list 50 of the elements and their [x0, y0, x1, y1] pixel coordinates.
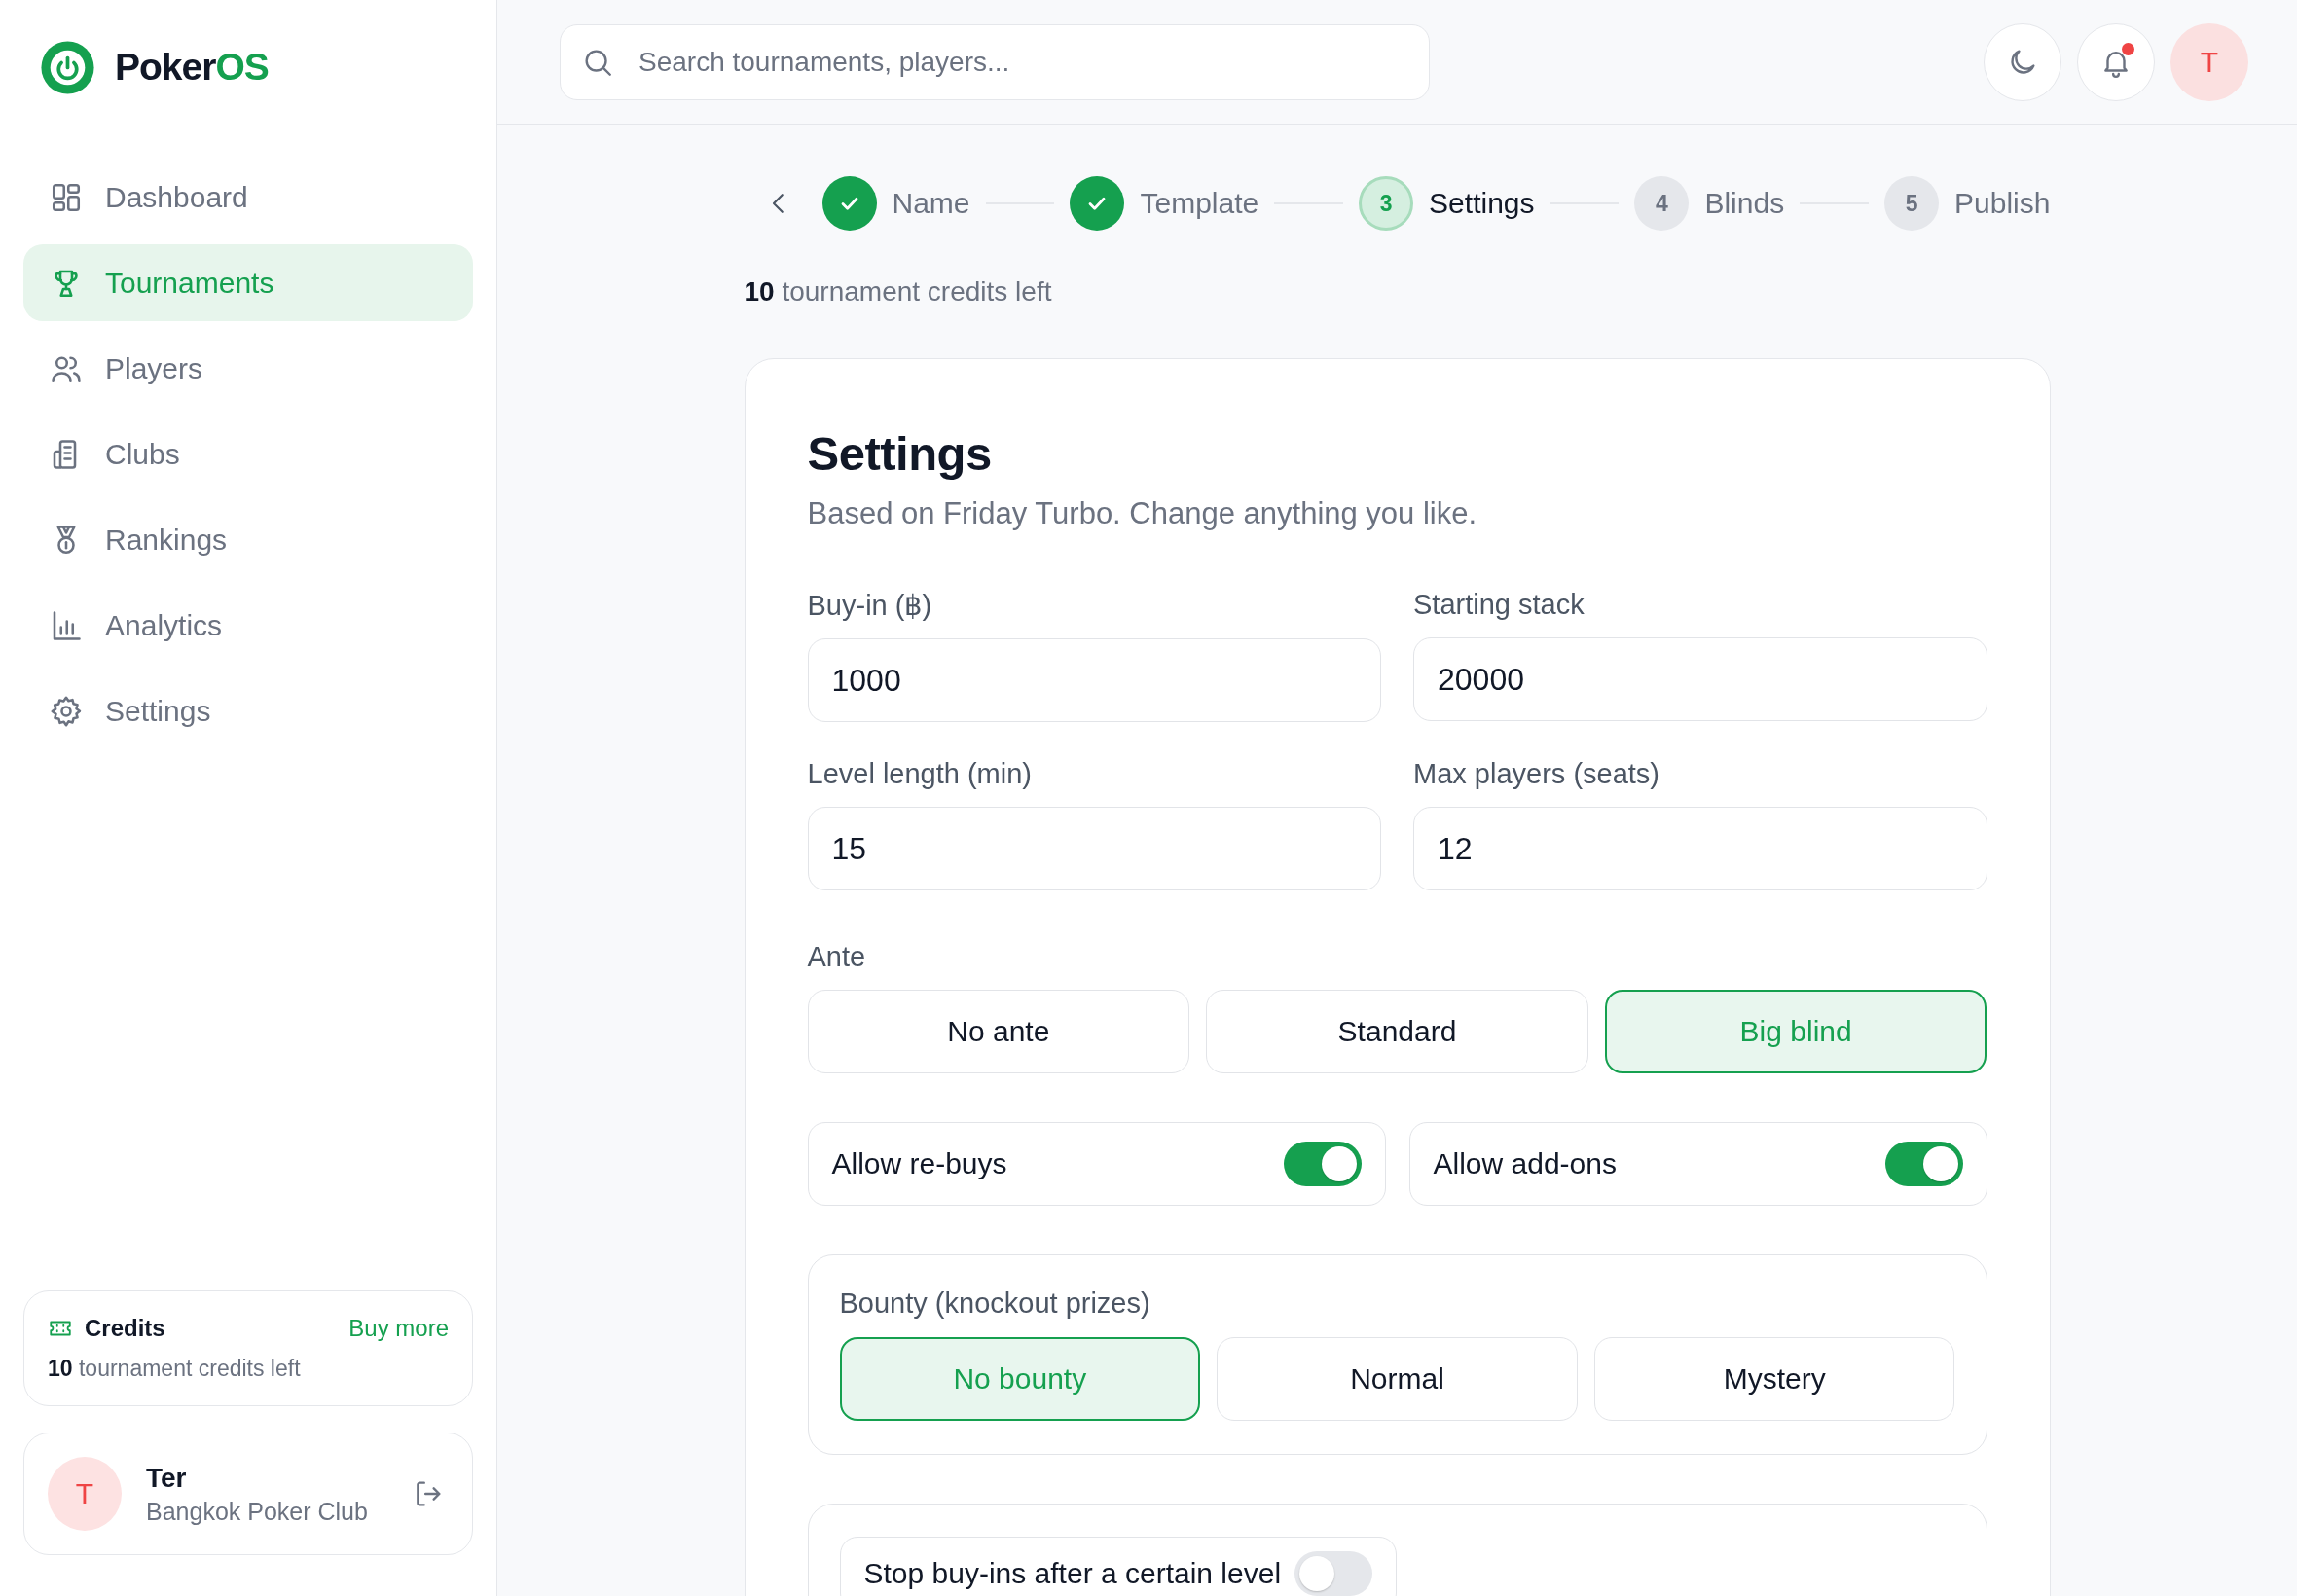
search-field[interactable]: Search tournaments, players...: [560, 23, 1430, 100]
ante-label: Ante: [807, 941, 867, 973]
input-field[interactable]: 1000: [807, 638, 1381, 722]
ante-option[interactable]: No ante: [807, 990, 1190, 1073]
field-label: Max players (seats): [1413, 758, 1660, 790]
logo-icon: [40, 39, 95, 95]
sidebar-item[interactable]: Rankings: [23, 501, 473, 578]
step[interactable]: Template: [1070, 176, 1259, 231]
limit-label: Stop buy-ins after a certain level: [863, 1557, 1282, 1590]
credits-text: 10 tournament credits left: [48, 1356, 302, 1382]
profile-avatar[interactable]: T: [2170, 22, 2248, 101]
step-number: 5: [1884, 176, 1940, 231]
sidebar-item[interactable]: Dashboard: [23, 159, 473, 236]
bounty-option[interactable]: Normal: [1217, 1337, 1578, 1421]
toggle-label: Allow add-ons: [1433, 1147, 1617, 1180]
step[interactable]: 4 Blinds: [1634, 176, 1785, 231]
settings-title: Settings: [807, 426, 993, 481]
bounty-label: Bounty (knockout prizes): [839, 1288, 1151, 1320]
credits-note: 10 tournament credits left: [744, 276, 1053, 308]
toggle-label: Allow re-buys: [831, 1147, 1007, 1180]
sidebar-item[interactable]: Players: [23, 330, 473, 407]
bounty-option[interactable]: No bounty: [839, 1337, 1201, 1421]
sidebar-item[interactable]: Clubs: [23, 416, 473, 492]
bounty-option[interactable]: Mystery: [1593, 1337, 1955, 1421]
user-name: Ter: [146, 1462, 188, 1494]
sidebar-item[interactable]: Settings: [23, 672, 473, 749]
buy-more-link[interactable]: Buy more: [348, 1315, 449, 1342]
field-label: Starting stack: [1413, 589, 1586, 621]
step[interactable]: Name: [821, 176, 970, 231]
credits-title: Credits: [85, 1315, 166, 1342]
user-avatar: T: [48, 1457, 122, 1531]
sidebar-item[interactable]: Tournaments: [23, 244, 473, 321]
step-number: 4: [1634, 176, 1690, 231]
step[interactable]: 3 Settings: [1359, 176, 1535, 231]
toggle-switch[interactable]: [1884, 1142, 1963, 1186]
ante-option[interactable]: Standard: [1206, 990, 1588, 1073]
input-field[interactable]: 15: [807, 807, 1381, 890]
field-label: Buy-in (฿): [807, 589, 933, 622]
settings-subtitle: Based on Friday Turbo. Change anything you like.: [807, 496, 1478, 531]
sidebar-item[interactable]: Analytics: [23, 587, 473, 664]
field-label: Level length (min): [807, 758, 1033, 790]
step[interactable]: 5 Publish: [1884, 176, 2051, 231]
toggle-switch[interactable]: [1294, 1551, 1373, 1596]
app-logo-text: PokerOS: [115, 46, 269, 89]
club-name: Bangkok Poker Club: [146, 1497, 369, 1526]
input-field[interactable]: 20000: [1413, 637, 1987, 721]
toggle-switch[interactable]: [1283, 1142, 1362, 1186]
ante-option[interactable]: Big blind: [1604, 990, 1987, 1073]
input-field[interactable]: 12: [1413, 807, 1987, 890]
step-number: 3: [1359, 176, 1414, 231]
